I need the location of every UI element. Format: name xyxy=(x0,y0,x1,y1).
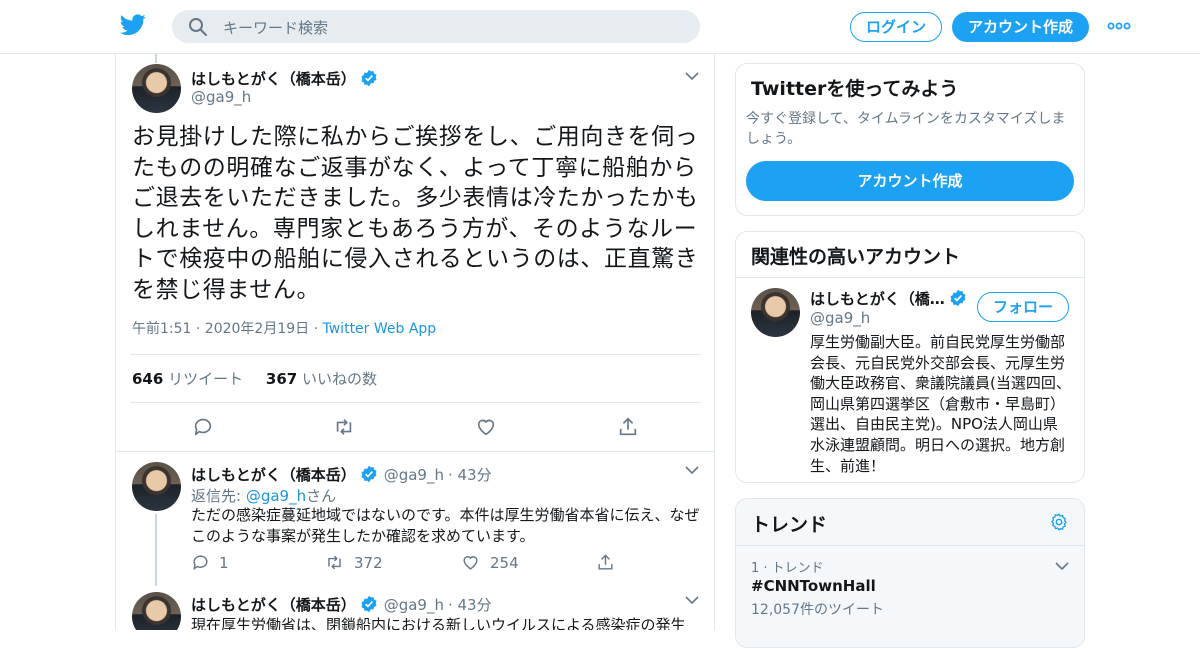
retweet-count: 646 xyxy=(132,370,164,388)
author-handle[interactable]: @ga9_h xyxy=(191,88,251,106)
thread-line xyxy=(155,54,157,63)
avatar[interactable] xyxy=(132,64,181,113)
author-name[interactable]: はしもとがく（橋本岳） @ga9_h · 43分 xyxy=(191,594,492,615)
signup-button[interactable]: アカウント作成 xyxy=(746,161,1074,201)
search-icon xyxy=(189,18,207,36)
divider xyxy=(736,277,1084,278)
share-icon[interactable] xyxy=(617,416,639,438)
tweet-text: お見掛けした際に私からご挨拶をし、ご用向きを伺ったものの明確なご返事がなく、よっ… xyxy=(132,124,699,303)
account-handle[interactable]: @ga9_h xyxy=(810,309,870,327)
chevron-down-icon[interactable] xyxy=(685,595,699,605)
try-twitter-card: Twitterを使ってみよう 今すぐ登録して、タイムラインをカスタマイズしましょ… xyxy=(735,63,1085,216)
search-bar[interactable]: キーワード検索 xyxy=(172,10,700,43)
author-handle[interactable]: @ga9_h xyxy=(384,596,444,614)
signup-button[interactable]: アカウント作成 xyxy=(952,12,1089,42)
author-name[interactable]: はしもとがく（橋本岳） xyxy=(191,68,378,89)
tweet-meta: 午前1:51 · 2020年2月19日 · Twitter Web App xyxy=(132,318,436,338)
trend-context: 1 · トレンド xyxy=(751,561,824,576)
like-icon[interactable] xyxy=(461,553,480,572)
card-title: Twitterを使ってみよう xyxy=(751,78,959,100)
retweet-icon[interactable] xyxy=(325,553,344,572)
search-input[interactable]: キーワード検索 xyxy=(223,17,328,38)
tweet-source[interactable]: Twitter Web App xyxy=(323,321,437,337)
card-subtitle: 今すぐ登録して、タイムラインをカスタマイズしましょう。 xyxy=(746,111,1066,147)
tweet-time[interactable]: · 43分 xyxy=(448,466,492,484)
verified-icon xyxy=(361,465,377,483)
follow-button[interactable]: フォロー xyxy=(977,292,1069,322)
account-name[interactable]: はしもとがく（橋… xyxy=(810,288,967,309)
related-accounts-card: 関連性の高いアカウント はしもとがく（橋… @ga9_h フォロー 厚生労働副大… xyxy=(735,231,1085,483)
chevron-down-icon[interactable] xyxy=(685,71,699,81)
verified-icon xyxy=(361,595,377,613)
verified-icon xyxy=(950,289,966,307)
trends-card: トレンド 1 · トレンド #CNNTownHall 12,057件のツイート xyxy=(735,498,1085,648)
like-count: 254 xyxy=(490,554,519,572)
like-stat[interactable]: 367 いいねの数 xyxy=(266,370,377,388)
author-handle[interactable]: @ga9_h xyxy=(384,466,444,484)
author-name[interactable]: はしもとがく（橋本岳） @ga9_h · 43分 xyxy=(191,464,492,485)
account-bio: 厚生労働副大臣。前自民党厚生労働部会長、元自民党外交部会長、元厚生労働大臣政務官… xyxy=(810,333,1071,475)
tweet-text: 現在厚生労働省は、閉鎖船内における新しいウイルスによる感染症の発生 xyxy=(191,616,686,630)
divider xyxy=(130,402,700,403)
login-button[interactable]: ログイン xyxy=(850,12,942,42)
timeline-column: はしもとがく（橋本岳） @ga9_h お見掛けした際に私からご挨拶をし、ご用向き… xyxy=(115,54,715,630)
reply-to-link[interactable]: @ga9_h xyxy=(246,487,306,505)
divider xyxy=(130,354,700,355)
tweet-stats: 646 リツイート 367 いいねの数 xyxy=(132,368,377,389)
trend-item[interactable]: 1 · トレンド #CNNTownHall 12,057件のツイート xyxy=(736,545,1084,629)
share-icon[interactable] xyxy=(596,553,615,572)
avatar[interactable] xyxy=(132,592,181,630)
top-bar: キーワード検索 ログイン アカウント作成 xyxy=(0,0,1200,54)
twitter-logo-icon[interactable] xyxy=(120,13,146,37)
retweet-icon[interactable] xyxy=(333,416,355,438)
card-title: トレンド xyxy=(751,514,828,536)
trend-count: 12,057件のツイート xyxy=(751,602,884,618)
retweet-count: 372 xyxy=(354,554,383,572)
reply-icon[interactable] xyxy=(192,416,214,438)
thread-line xyxy=(155,514,157,586)
trend-name[interactable]: #CNNTownHall xyxy=(751,577,876,595)
settings-icon[interactable] xyxy=(1049,512,1069,532)
retweet-label: リツイート xyxy=(168,370,244,388)
like-icon[interactable] xyxy=(475,416,497,438)
like-count: 367 xyxy=(265,370,298,388)
tweet-text: ただの感染症蔓延地域ではないのです。本件は厚生労働省本省に伝え、なぜこのような事… xyxy=(191,506,700,545)
verified-icon xyxy=(361,69,377,87)
reply-icon[interactable] xyxy=(191,553,210,572)
like-label: いいねの数 xyxy=(301,370,377,388)
chevron-down-icon[interactable] xyxy=(685,465,699,475)
meta-separator: · xyxy=(313,321,319,337)
divider xyxy=(116,451,714,452)
retweet-stat[interactable]: 646 リツイート xyxy=(132,370,243,388)
avatar[interactable] xyxy=(751,288,800,337)
reply-context: 返信先: @ga9_hさん xyxy=(191,487,337,505)
card-title: 関連性の高いアカウント xyxy=(751,246,961,268)
tweet-time[interactable]: 午前1:51 · 2020年2月19日 xyxy=(132,321,309,337)
more-icon[interactable] xyxy=(1107,19,1131,33)
tweet-time[interactable]: · 43分 xyxy=(448,596,492,614)
chevron-down-icon[interactable] xyxy=(1055,561,1069,571)
avatar[interactable] xyxy=(132,462,181,511)
reply-count: 1 xyxy=(219,554,229,572)
